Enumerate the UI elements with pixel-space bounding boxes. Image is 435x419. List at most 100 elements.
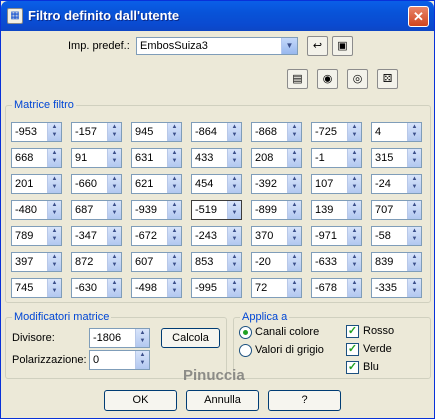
matrix-cell[interactable]: 454 ▲ ▼ [191, 174, 242, 194]
matrix-cell[interactable]: 397 ▲ ▼ [11, 252, 62, 272]
spin-arrows-icon[interactable]: ▲ ▼ [47, 175, 61, 193]
matrix-cell[interactable]: 208 ▲ ▼ [251, 148, 302, 168]
matrix-cell[interactable]: -725 ▲ ▼ [311, 122, 362, 142]
spin-arrows-icon[interactable]: ▲ ▼ [47, 123, 61, 141]
spin-arrows-icon[interactable]: ▲ ▼ [167, 175, 181, 193]
matrix-cell[interactable]: -58 ▲ ▼ [371, 226, 422, 246]
spin-arrows-icon[interactable]: ▲ ▼ [167, 253, 181, 271]
matrix-cell[interactable]: 621 ▲ ▼ [131, 174, 182, 194]
cancel-button[interactable]: Annulla [186, 390, 259, 411]
spin-arrows-icon[interactable]: ▲ ▼ [135, 351, 149, 369]
matrix-cell[interactable]: -20 ▲ ▼ [251, 252, 302, 272]
spin-arrows-icon[interactable]: ▲ ▼ [227, 279, 241, 297]
spin-arrows-icon[interactable]: ▲ ▼ [107, 227, 121, 245]
ok-button[interactable]: OK [104, 390, 177, 411]
spin-arrows-icon[interactable]: ▲ ▼ [287, 253, 301, 271]
spin-arrows-icon[interactable]: ▲ ▼ [407, 253, 421, 271]
spin-arrows-icon[interactable]: ▲ ▼ [107, 149, 121, 167]
matrix-cell[interactable]: 872 ▲ ▼ [71, 252, 122, 272]
spin-arrows-icon[interactable]: ▲ ▼ [407, 201, 421, 219]
spin-arrows-icon[interactable]: ▲ ▼ [107, 123, 121, 141]
matrix-cell[interactable]: 91 ▲ ▼ [71, 148, 122, 168]
matrix-cell[interactable]: 433 ▲ ▼ [191, 148, 242, 168]
matrix-cell[interactable]: 107 ▲ ▼ [311, 174, 362, 194]
spin-arrows-icon[interactable]: ▲ ▼ [227, 227, 241, 245]
matrix-cell[interactable]: -633 ▲ ▼ [311, 252, 362, 272]
matrix-cell[interactable]: -243 ▲ ▼ [191, 226, 242, 246]
matrix-cell[interactable]: 789 ▲ ▼ [11, 226, 62, 246]
spin-arrows-icon[interactable]: ▲ ▼ [47, 227, 61, 245]
check-red-label[interactable]: Rosso [363, 325, 394, 337]
spin-arrows-icon[interactable]: ▲ ▼ [107, 201, 121, 219]
spin-arrows-icon[interactable]: ▲ ▼ [347, 175, 361, 193]
chevron-down-icon[interactable]: ▼ [281, 38, 297, 54]
radio-color-channels-label[interactable]: Canali colore [255, 326, 319, 338]
matrix-cell[interactable]: 945 ▲ ▼ [131, 122, 182, 142]
spin-arrows-icon[interactable]: ▲ ▼ [347, 227, 361, 245]
matrix-cell[interactable]: -899 ▲ ▼ [251, 200, 302, 220]
spin-arrows-icon[interactable]: ▲ ▼ [227, 149, 241, 167]
matrix-cell[interactable]: 607 ▲ ▼ [131, 252, 182, 272]
check-blue[interactable]: ✓ [346, 361, 359, 374]
matrix-cell[interactable]: 687 ▲ ▼ [71, 200, 122, 220]
bias-spinner[interactable]: 0 ▲ ▼ [89, 350, 150, 370]
spin-arrows-icon[interactable]: ▲ ▼ [347, 201, 361, 219]
matrix-cell[interactable]: -672 ▲ ▼ [131, 226, 182, 246]
check-blue-label[interactable]: Blu [363, 361, 379, 373]
auto-proof-button[interactable]: ◎ [347, 69, 368, 89]
matrix-cell[interactable]: 853 ▲ ▼ [191, 252, 242, 272]
matrix-cell[interactable]: -678 ▲ ▼ [311, 278, 362, 298]
matrix-cell[interactable]: 839 ▲ ▼ [371, 252, 422, 272]
spin-arrows-icon[interactable]: ▲ ▼ [107, 253, 121, 271]
close-button[interactable]: ✕ [408, 6, 429, 27]
matrix-cell[interactable]: 707 ▲ ▼ [371, 200, 422, 220]
spin-arrows-icon[interactable]: ▲ ▼ [347, 123, 361, 141]
spin-arrows-icon[interactable]: ▲ ▼ [167, 201, 181, 219]
matrix-cell[interactable]: -971 ▲ ▼ [311, 226, 362, 246]
matrix-cell[interactable]: -519 ▲ ▼ [191, 200, 242, 220]
matrix-cell[interactable]: -864 ▲ ▼ [191, 122, 242, 142]
check-green-label[interactable]: Verde [363, 343, 392, 355]
save-preset-button[interactable]: ▣ [332, 36, 353, 56]
check-red[interactable]: ✓ [346, 325, 359, 338]
radio-color-channels[interactable] [239, 326, 252, 339]
matrix-cell[interactable]: -939 ▲ ▼ [131, 200, 182, 220]
spin-arrows-icon[interactable]: ▲ ▼ [407, 279, 421, 297]
spin-arrows-icon[interactable]: ▲ ▼ [47, 279, 61, 297]
spin-arrows-icon[interactable]: ▲ ▼ [167, 279, 181, 297]
matrix-cell[interactable]: 668 ▲ ▼ [11, 148, 62, 168]
spin-arrows-icon[interactable]: ▲ ▼ [287, 175, 301, 193]
spin-arrows-icon[interactable]: ▲ ▼ [407, 175, 421, 193]
matrix-cell[interactable]: -1 ▲ ▼ [311, 148, 362, 168]
matrix-cell[interactable]: 370 ▲ ▼ [251, 226, 302, 246]
spin-arrows-icon[interactable]: ▲ ▼ [227, 253, 241, 271]
spin-arrows-icon[interactable]: ▲ ▼ [347, 279, 361, 297]
check-green[interactable]: ✓ [346, 343, 359, 356]
matrix-cell[interactable]: 745 ▲ ▼ [11, 278, 62, 298]
matrix-cell[interactable]: -24 ▲ ▼ [371, 174, 422, 194]
spin-arrows-icon[interactable]: ▲ ▼ [227, 123, 241, 141]
preset-dropdown[interactable]: EmbosSuiza3 ▼ [136, 37, 298, 55]
spin-arrows-icon[interactable]: ▲ ▼ [287, 201, 301, 219]
matrix-cell[interactable]: -335 ▲ ▼ [371, 278, 422, 298]
matrix-cell[interactable]: -157 ▲ ▼ [71, 122, 122, 142]
reset-preset-button[interactable]: ↩ [307, 36, 328, 56]
spin-arrows-icon[interactable]: ▲ ▼ [227, 175, 241, 193]
spin-arrows-icon[interactable]: ▲ ▼ [107, 175, 121, 193]
spin-arrows-icon[interactable]: ▲ ▼ [287, 123, 301, 141]
spin-arrows-icon[interactable]: ▲ ▼ [107, 279, 121, 297]
matrix-cell[interactable]: -392 ▲ ▼ [251, 174, 302, 194]
radio-gray-values[interactable] [239, 344, 252, 357]
spin-arrows-icon[interactable]: ▲ ▼ [407, 149, 421, 167]
matrix-cell[interactable]: -347 ▲ ▼ [71, 226, 122, 246]
view-toggle-button[interactable]: ▤ [287, 69, 308, 89]
matrix-cell[interactable]: 201 ▲ ▼ [11, 174, 62, 194]
matrix-cell[interactable]: -480 ▲ ▼ [11, 200, 62, 220]
spin-arrows-icon[interactable]: ▲ ▼ [347, 149, 361, 167]
spin-arrows-icon[interactable]: ▲ ▼ [47, 149, 61, 167]
spin-arrows-icon[interactable]: ▲ ▼ [167, 227, 181, 245]
matrix-cell[interactable]: 139 ▲ ▼ [311, 200, 362, 220]
randomize-button[interactable]: ⚄ [377, 69, 398, 89]
matrix-cell[interactable]: -660 ▲ ▼ [71, 174, 122, 194]
spin-arrows-icon[interactable]: ▲ ▼ [287, 149, 301, 167]
